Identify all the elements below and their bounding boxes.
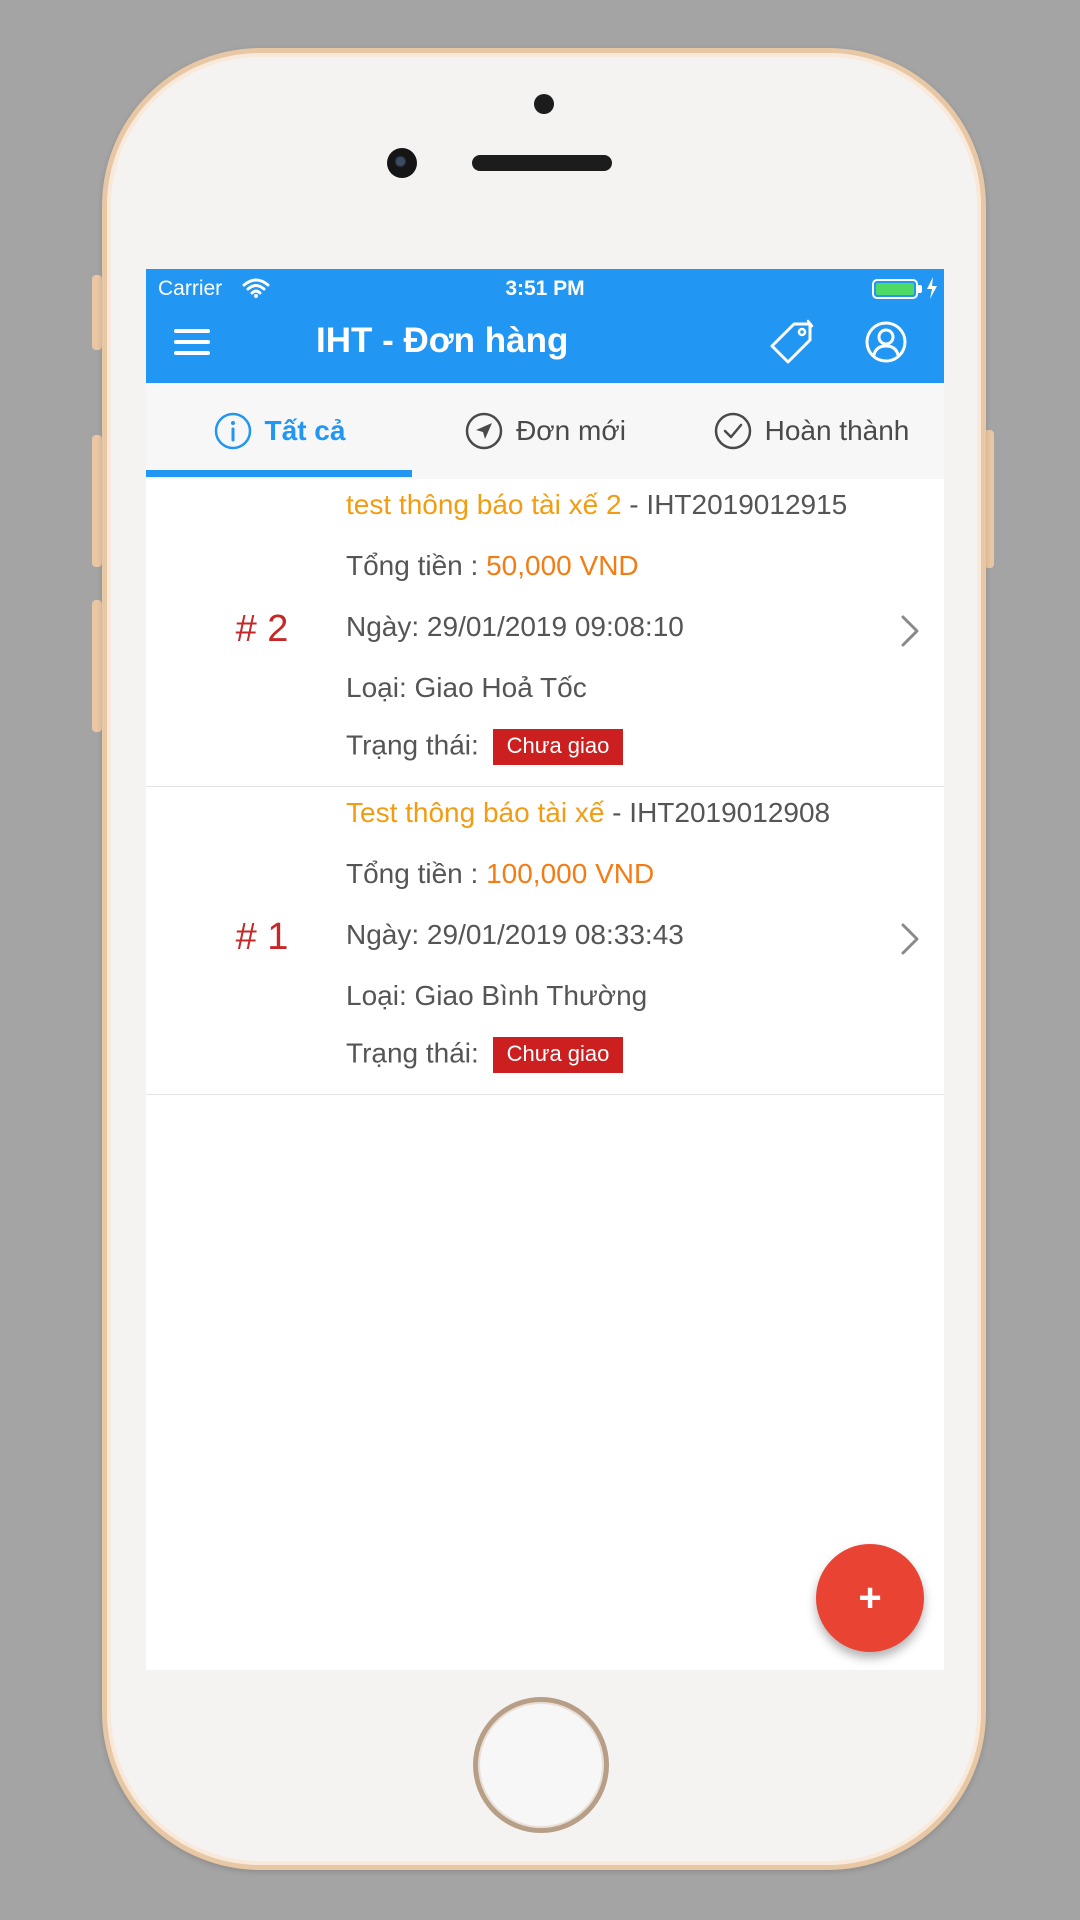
order-total-line: Tổng tiền : 50,000 VND xyxy=(346,550,876,582)
order-status-line: Trạng thái: Chưa giao xyxy=(346,729,876,765)
order-total-value: 50,000 VND xyxy=(486,550,639,581)
order-title-line: test thông báo tài xế 2 - IHT2019012915 xyxy=(346,489,876,521)
app-screen: Carrier 3:51 PM IHT - Đơn hàng Tất cả Đơ… xyxy=(146,269,944,1670)
user-account-icon[interactable] xyxy=(864,320,908,364)
info-circle-icon xyxy=(214,412,251,450)
order-type: Loại: Giao Bình Thường xyxy=(346,980,648,1011)
add-order-button[interactable]: + xyxy=(816,1544,924,1652)
navigation-bar: Carrier 3:51 PM IHT - Đơn hàng xyxy=(146,269,944,383)
tab-new-orders-label: Đơn mới xyxy=(516,415,626,446)
silent-switch xyxy=(92,275,102,350)
charging-bolt-icon xyxy=(927,277,937,299)
check-circle-icon xyxy=(714,412,751,450)
proximity-sensor xyxy=(534,94,554,114)
home-button[interactable] xyxy=(473,1697,609,1833)
order-status-label: Trạng thái: xyxy=(346,1037,479,1069)
order-status-label: Trạng thái: xyxy=(346,729,479,761)
active-tab-indicator xyxy=(146,470,412,477)
tab-new-orders[interactable]: Đơn mới xyxy=(412,383,678,479)
chevron-right-icon xyxy=(901,923,919,955)
order-total-value: 100,000 VND xyxy=(486,858,655,889)
status-badge: Chưa giao xyxy=(492,1037,624,1073)
order-row[interactable]: # 1 Test thông báo tài xế - IHT201901290… xyxy=(146,787,944,1095)
navigation-arrow-icon xyxy=(465,412,503,450)
order-status-line: Trạng thái: Chưa giao xyxy=(346,1037,876,1073)
hamburger-menu-icon[interactable] xyxy=(174,329,210,357)
tab-all-label: Tất cả xyxy=(264,415,346,446)
page-title: IHT - Đơn hàng xyxy=(316,321,569,360)
tab-completed-label: Hoàn thành xyxy=(764,415,910,446)
order-total-label: Tổng tiền : xyxy=(346,858,487,889)
front-camera xyxy=(387,148,417,178)
order-row[interactable]: # 2 test thông báo tài xế 2 - IHT2019012… xyxy=(146,479,944,787)
battery-icon xyxy=(872,279,918,299)
tab-completed[interactable]: Hoàn thành xyxy=(678,383,944,479)
order-type: Loại: Giao Hoả Tốc xyxy=(346,672,587,703)
order-date: Ngày: 29/01/2019 08:33:43 xyxy=(346,919,684,950)
order-code: - IHT2019012915 xyxy=(621,489,848,520)
battery-level xyxy=(876,283,914,295)
volume-up-button xyxy=(92,435,102,567)
volume-down-button xyxy=(92,600,102,732)
order-number: # 2 xyxy=(235,608,289,650)
order-title-line: Test thông báo tài xế - IHT2019012908 xyxy=(346,797,876,829)
tab-bar: Tất cả Đơn mới Hoàn thành xyxy=(146,383,944,479)
order-total-line: Tổng tiền : 100,000 VND xyxy=(346,858,876,890)
order-date: Ngày: 29/01/2019 09:08:10 xyxy=(346,611,684,642)
tag-icon[interactable] xyxy=(768,318,816,366)
order-title: test thông báo tài xế 2 xyxy=(346,489,622,520)
order-number: # 1 xyxy=(235,916,289,958)
status-badge: Chưa giao xyxy=(492,729,624,765)
earpiece-speaker xyxy=(472,155,612,171)
order-total-label: Tổng tiền : xyxy=(346,550,487,581)
chevron-right-icon xyxy=(901,615,919,647)
order-title: Test thông báo tài xế xyxy=(346,797,605,828)
battery-cap xyxy=(918,285,922,293)
order-code: - IHT2019012908 xyxy=(604,797,831,828)
tab-all[interactable]: Tất cả xyxy=(146,383,412,479)
status-time: 3:51 PM xyxy=(505,277,585,300)
